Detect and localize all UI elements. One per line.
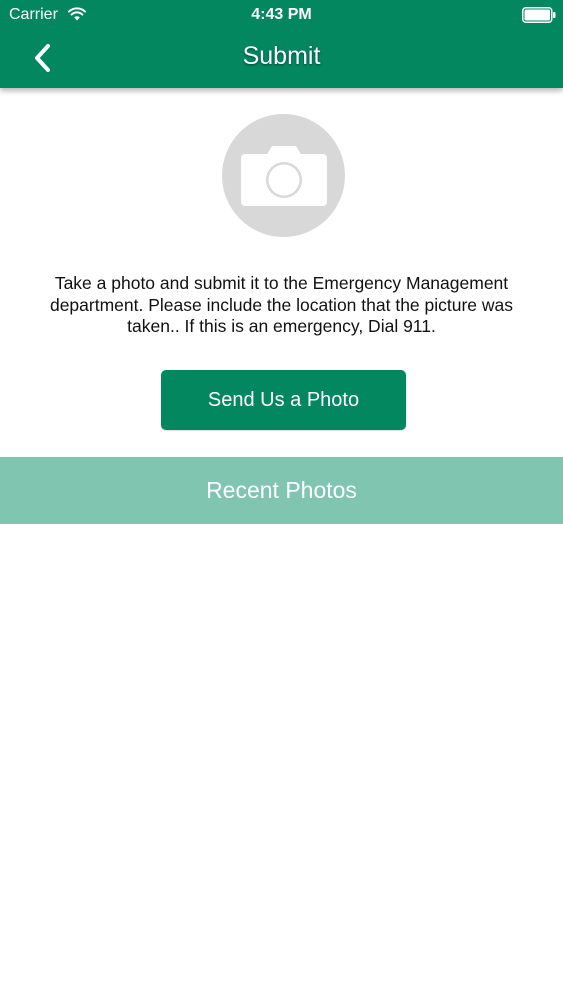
status-time: 4:43 PM: [251, 6, 312, 23]
app-header: Carrier 4:43 PM Submit: [0, 0, 563, 88]
photo-placeholder[interactable]: [222, 114, 345, 237]
page-title: Submit: [242, 42, 321, 70]
recent-photos-title: Recent Photos: [206, 477, 357, 503]
camera-icon: [240, 145, 327, 206]
instructions-text: Take a photo and submit it to the Emerge…: [49, 273, 514, 336]
recent-photos-header: Recent Photos: [0, 457, 563, 524]
status-bar: Carrier 4:43 PM: [0, 0, 563, 30]
battery-icon: [522, 7, 556, 23]
navigation-bar: Submit: [0, 30, 563, 88]
submit-screen: Carrier 4:43 PM Submit Take a photo and …: [0, 0, 563, 1000]
send-photo-button[interactable]: Send Us a Photo: [161, 370, 406, 430]
